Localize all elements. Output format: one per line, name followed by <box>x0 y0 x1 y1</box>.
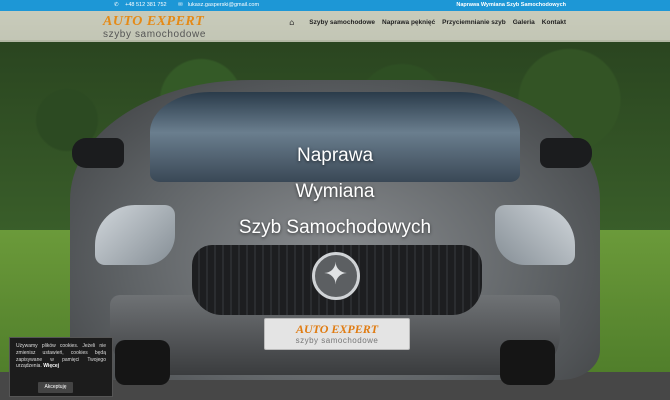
plate-line1: AUTO EXPERT <box>295 322 379 336</box>
car-wheel-right <box>500 340 555 385</box>
contact-info: ✆ +48 512 381 752 ✉ lukasz.gasperski@gmai… <box>114 0 269 11</box>
phone-icon: ✆ <box>114 2 119 8</box>
nav-item-kontakt[interactable]: Kontakt <box>542 19 566 26</box>
topbar-tagline: Naprawa Wymiana Szyb Samochodowych <box>456 2 566 8</box>
plate-line2: szyby samochodowe <box>295 336 379 345</box>
main-menu: ⌂ Szyby samochodowe Naprawa pęknięć Przy… <box>289 17 566 28</box>
license-plate-logo: AUTO EXPERT szyby samochodowe <box>264 318 410 350</box>
logo-title: AUTO EXPERT <box>103 14 205 29</box>
main-navbar: AUTO EXPERT szyby samochodowe ⌂ Szyby sa… <box>0 11 670 42</box>
hero-line-3: Szyb Samochodowych <box>238 217 432 238</box>
top-info-bar: ✆ +48 512 381 752 ✉ lukasz.gasperski@gmai… <box>0 0 670 11</box>
home-icon[interactable]: ⌂ <box>289 18 294 27</box>
nav-item-przyciemnianie-szyb[interactable]: Przyciemnianie szyb <box>442 19 506 26</box>
logo-subtitle: szyby samochodowe <box>103 29 207 40</box>
hero-line-1: Naprawa <box>296 145 374 166</box>
envelope-icon: ✉ <box>178 2 183 8</box>
cookie-accept-button[interactable]: Akceptuję <box>38 382 73 393</box>
hero-line-2: Wymiana <box>295 181 375 202</box>
email-address: lukasz.gasperski@gmail.com <box>187 2 260 8</box>
phone-number: +48 512 381 752 <box>125 2 167 8</box>
cookie-more-link[interactable]: Więcej <box>43 363 59 369</box>
cookie-text: Używamy plików cookies. Jeżeli nie zmien… <box>16 343 106 370</box>
car-wheel-left <box>115 340 170 385</box>
phone-link[interactable]: ✆ +48 512 381 752 <box>114 2 172 8</box>
cookie-banner: Używamy plików cookies. Jeżeli nie zmien… <box>9 337 113 397</box>
car-emblem-icon <box>312 252 360 300</box>
site-logo[interactable]: AUTO EXPERT szyby samochodowe <box>103 15 206 40</box>
cookie-message: Używamy plików cookies. Jeżeli nie zmien… <box>16 343 106 370</box>
nav-item-galeria[interactable]: Galeria <box>513 19 535 26</box>
hero-heading: Naprawa Wymiana Szyb Samochodowych <box>0 146 670 237</box>
email-link[interactable]: ✉ lukasz.gasperski@gmail.com <box>178 2 264 8</box>
nav-item-szyby-samochodowe[interactable]: Szyby samochodowe <box>309 19 375 26</box>
nav-item-naprawa-pekniec[interactable]: Naprawa pęknięć <box>382 19 435 26</box>
